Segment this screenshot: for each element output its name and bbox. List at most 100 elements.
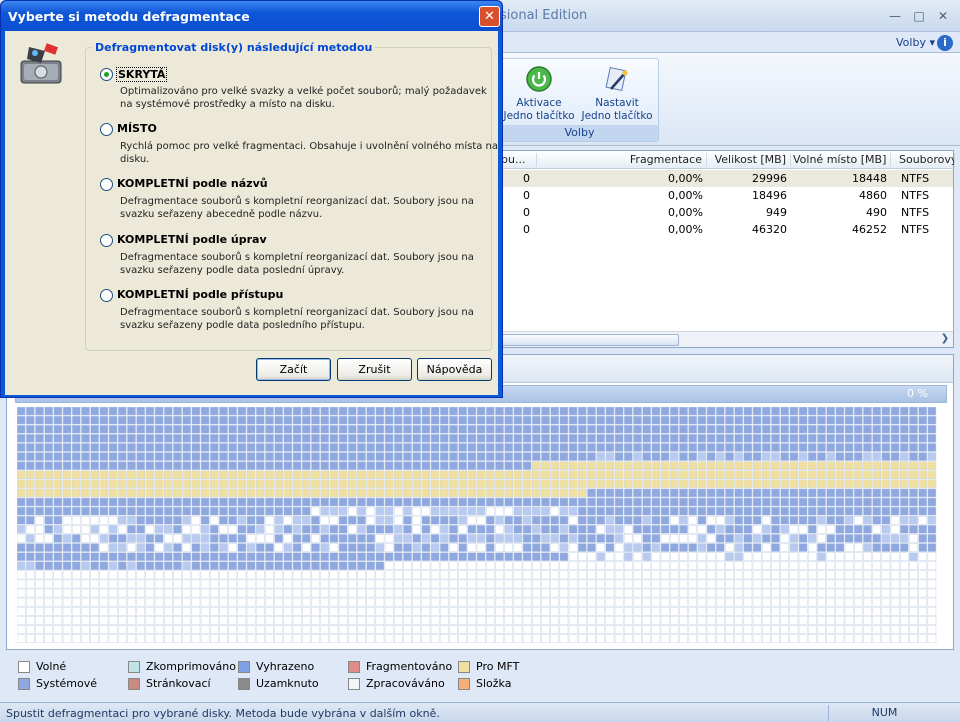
- table-cell: 0,00%: [668, 189, 703, 202]
- method-group-title: Defragmentovat disk(y) následující metod…: [92, 41, 376, 54]
- column-header-free[interactable]: Volné místo [MB]: [793, 153, 891, 167]
- legend-swatch: [18, 678, 30, 690]
- map-legend: Volné Zkomprimováno Vyhrazeno Fragmentováno…: [0, 656, 960, 700]
- radio-button[interactable]: [100, 68, 113, 81]
- dialog-title: Vyberte si metodu defragmentace: [8, 9, 250, 24]
- table-row[interactable]: 0 0,00% 949 490 NTFS: [501, 204, 953, 221]
- minimize-button[interactable]: —: [886, 8, 904, 24]
- table-cell: 4860: [859, 189, 887, 202]
- legend-label: Volné: [36, 660, 67, 673]
- start-button[interactable]: Začít: [256, 358, 331, 381]
- table-cell: NTFS: [901, 223, 930, 236]
- maximize-button[interactable]: □: [910, 8, 928, 24]
- disk-list-header: pu... Fragmentace Velikost [MB] Volné mí…: [501, 151, 955, 169]
- status-bar: Spustit defragmentaci pro vybrané disky.…: [0, 702, 960, 722]
- table-cell: 18496: [752, 189, 787, 202]
- legend-label: Pro MFT: [476, 660, 520, 673]
- horizontal-scrollbar[interactable]: ❯: [501, 331, 953, 347]
- scrollbar-thumb[interactable]: [501, 334, 679, 346]
- legend-swatch: [458, 678, 470, 690]
- ribbon-group-options: Aktivace Jedno tlačítko Nastavit Jedno t…: [500, 58, 659, 142]
- option-description: Rychlá pomoc pro velké fragmentaci. Obsa…: [120, 141, 499, 165]
- radio-button[interactable]: [100, 234, 113, 247]
- cancel-button[interactable]: Zrušit: [337, 358, 412, 381]
- defrag-method-dialog: Vyberte si metodu defragmentace ✕ Defrag…: [0, 0, 503, 398]
- option-label[interactable]: MÍSTO: [117, 122, 157, 135]
- legend-label: Uzamknuto: [256, 677, 319, 690]
- legend-label: Zpracováváno: [366, 677, 445, 690]
- legend-label: Zkomprimováno: [146, 660, 236, 673]
- option-description: Defragmentace souborů s kompletní reorga…: [120, 252, 474, 276]
- ribbon-button-label: Nastavit Jedno tlačítko: [581, 97, 653, 122]
- legend-swatch: [238, 678, 250, 690]
- legend-label: Vyhrazeno: [256, 660, 315, 673]
- legend-label: Stránkovací: [146, 677, 211, 690]
- option-description: Defragmentace souborů s kompletní reorga…: [120, 196, 474, 220]
- close-button[interactable]: ✕: [934, 8, 952, 24]
- table-cell: 0: [523, 223, 530, 236]
- table-cell: 0,00%: [668, 172, 703, 185]
- scroll-right-arrow-icon[interactable]: ❯: [939, 333, 951, 345]
- table-cell: 490: [866, 206, 887, 219]
- app-title: sional Edition: [500, 8, 588, 23]
- legend-swatch: [458, 661, 470, 673]
- table-cell: NTFS: [901, 172, 930, 185]
- disk-map-panel: 0 %: [6, 354, 954, 650]
- dialog-body: Defragmentovat disk(y) následující metod…: [5, 31, 498, 395]
- option-label[interactable]: KOMPLETNÍ podle úprav: [117, 233, 267, 246]
- table-cell: 0: [523, 172, 530, 185]
- one-click-setup-button[interactable]: Nastavit Jedno tlačítko: [579, 63, 655, 123]
- legend-swatch: [348, 661, 360, 673]
- table-cell: 29996: [752, 172, 787, 185]
- table-cell: 0: [523, 189, 530, 202]
- column-header-filesystem[interactable]: Souborový: [899, 153, 955, 167]
- info-icon[interactable]: i: [937, 35, 953, 51]
- table-cell: 0: [523, 206, 530, 219]
- help-button[interactable]: Nápověda: [417, 358, 492, 381]
- legend-swatch: [348, 678, 360, 690]
- table-cell: NTFS: [901, 206, 930, 219]
- power-icon: [526, 66, 552, 92]
- disk-map-grid: [17, 407, 937, 643]
- status-text: Spustit defragmentaci pro vybrané disky.…: [6, 707, 440, 720]
- option-description: Defragmentace souborů s kompletní reorga…: [120, 307, 474, 331]
- table-cell: 46320: [752, 223, 787, 236]
- option-label[interactable]: KOMPLETNÍ podle názvů: [117, 177, 268, 190]
- table-cell: NTFS: [901, 189, 930, 202]
- dialog-close-button[interactable]: ✕: [479, 6, 500, 27]
- table-cell: 18448: [852, 172, 887, 185]
- disk-list[interactable]: pu... Fragmentace Velikost [MB] Volné mí…: [500, 150, 955, 348]
- column-header[interactable]: pu...: [501, 153, 537, 167]
- legend-label: Fragmentováno: [366, 660, 453, 673]
- one-click-activate-button[interactable]: Aktivace Jedno tlačítko: [501, 63, 577, 123]
- legend-swatch: [128, 661, 140, 673]
- legend-label: Systémové: [36, 677, 98, 690]
- defrag-disk-icon: [20, 43, 62, 84]
- table-row[interactable]: 0 0,00% 18496 4860 NTFS: [501, 187, 953, 204]
- progress-percent: 0 %: [907, 387, 928, 400]
- table-cell: 949: [766, 206, 787, 219]
- table-row[interactable]: 0 0,00% 46320 46252 NTFS: [501, 221, 953, 238]
- option-label[interactable]: KOMPLETNÍ podle přístupu: [117, 288, 283, 301]
- option-label[interactable]: SKRYTÁ: [116, 67, 168, 82]
- option-description: Optimalizováno pro velké svazky a velké …: [120, 86, 487, 110]
- legend-label: Složka: [476, 677, 512, 690]
- method-group: Defragmentovat disk(y) následující metod…: [85, 41, 498, 351]
- column-header-size[interactable]: Velikost [MB]: [709, 153, 791, 167]
- num-lock-indicator: NUM: [828, 705, 940, 721]
- table-cell: 46252: [852, 223, 887, 236]
- wand-icon: [605, 66, 628, 92]
- table-row[interactable]: 0 0,00% 29996 18448 NTFS: [501, 170, 953, 187]
- radio-button[interactable]: [100, 289, 113, 302]
- legend-swatch: [128, 678, 140, 690]
- radio-button[interactable]: [100, 123, 113, 136]
- dialog-titlebar[interactable]: Vyberte si metodu defragmentace ✕: [1, 1, 502, 31]
- column-header-fragmentation[interactable]: Fragmentace: [539, 153, 707, 167]
- options-menu[interactable]: Volby ▾: [896, 36, 935, 49]
- ribbon-group-label: Volby: [501, 125, 658, 141]
- table-cell: 0,00%: [668, 223, 703, 236]
- table-cell: 0,00%: [668, 206, 703, 219]
- ribbon-button-label: Aktivace Jedno tlačítko: [503, 97, 575, 122]
- legend-swatch: [18, 661, 30, 673]
- radio-button[interactable]: [100, 178, 113, 191]
